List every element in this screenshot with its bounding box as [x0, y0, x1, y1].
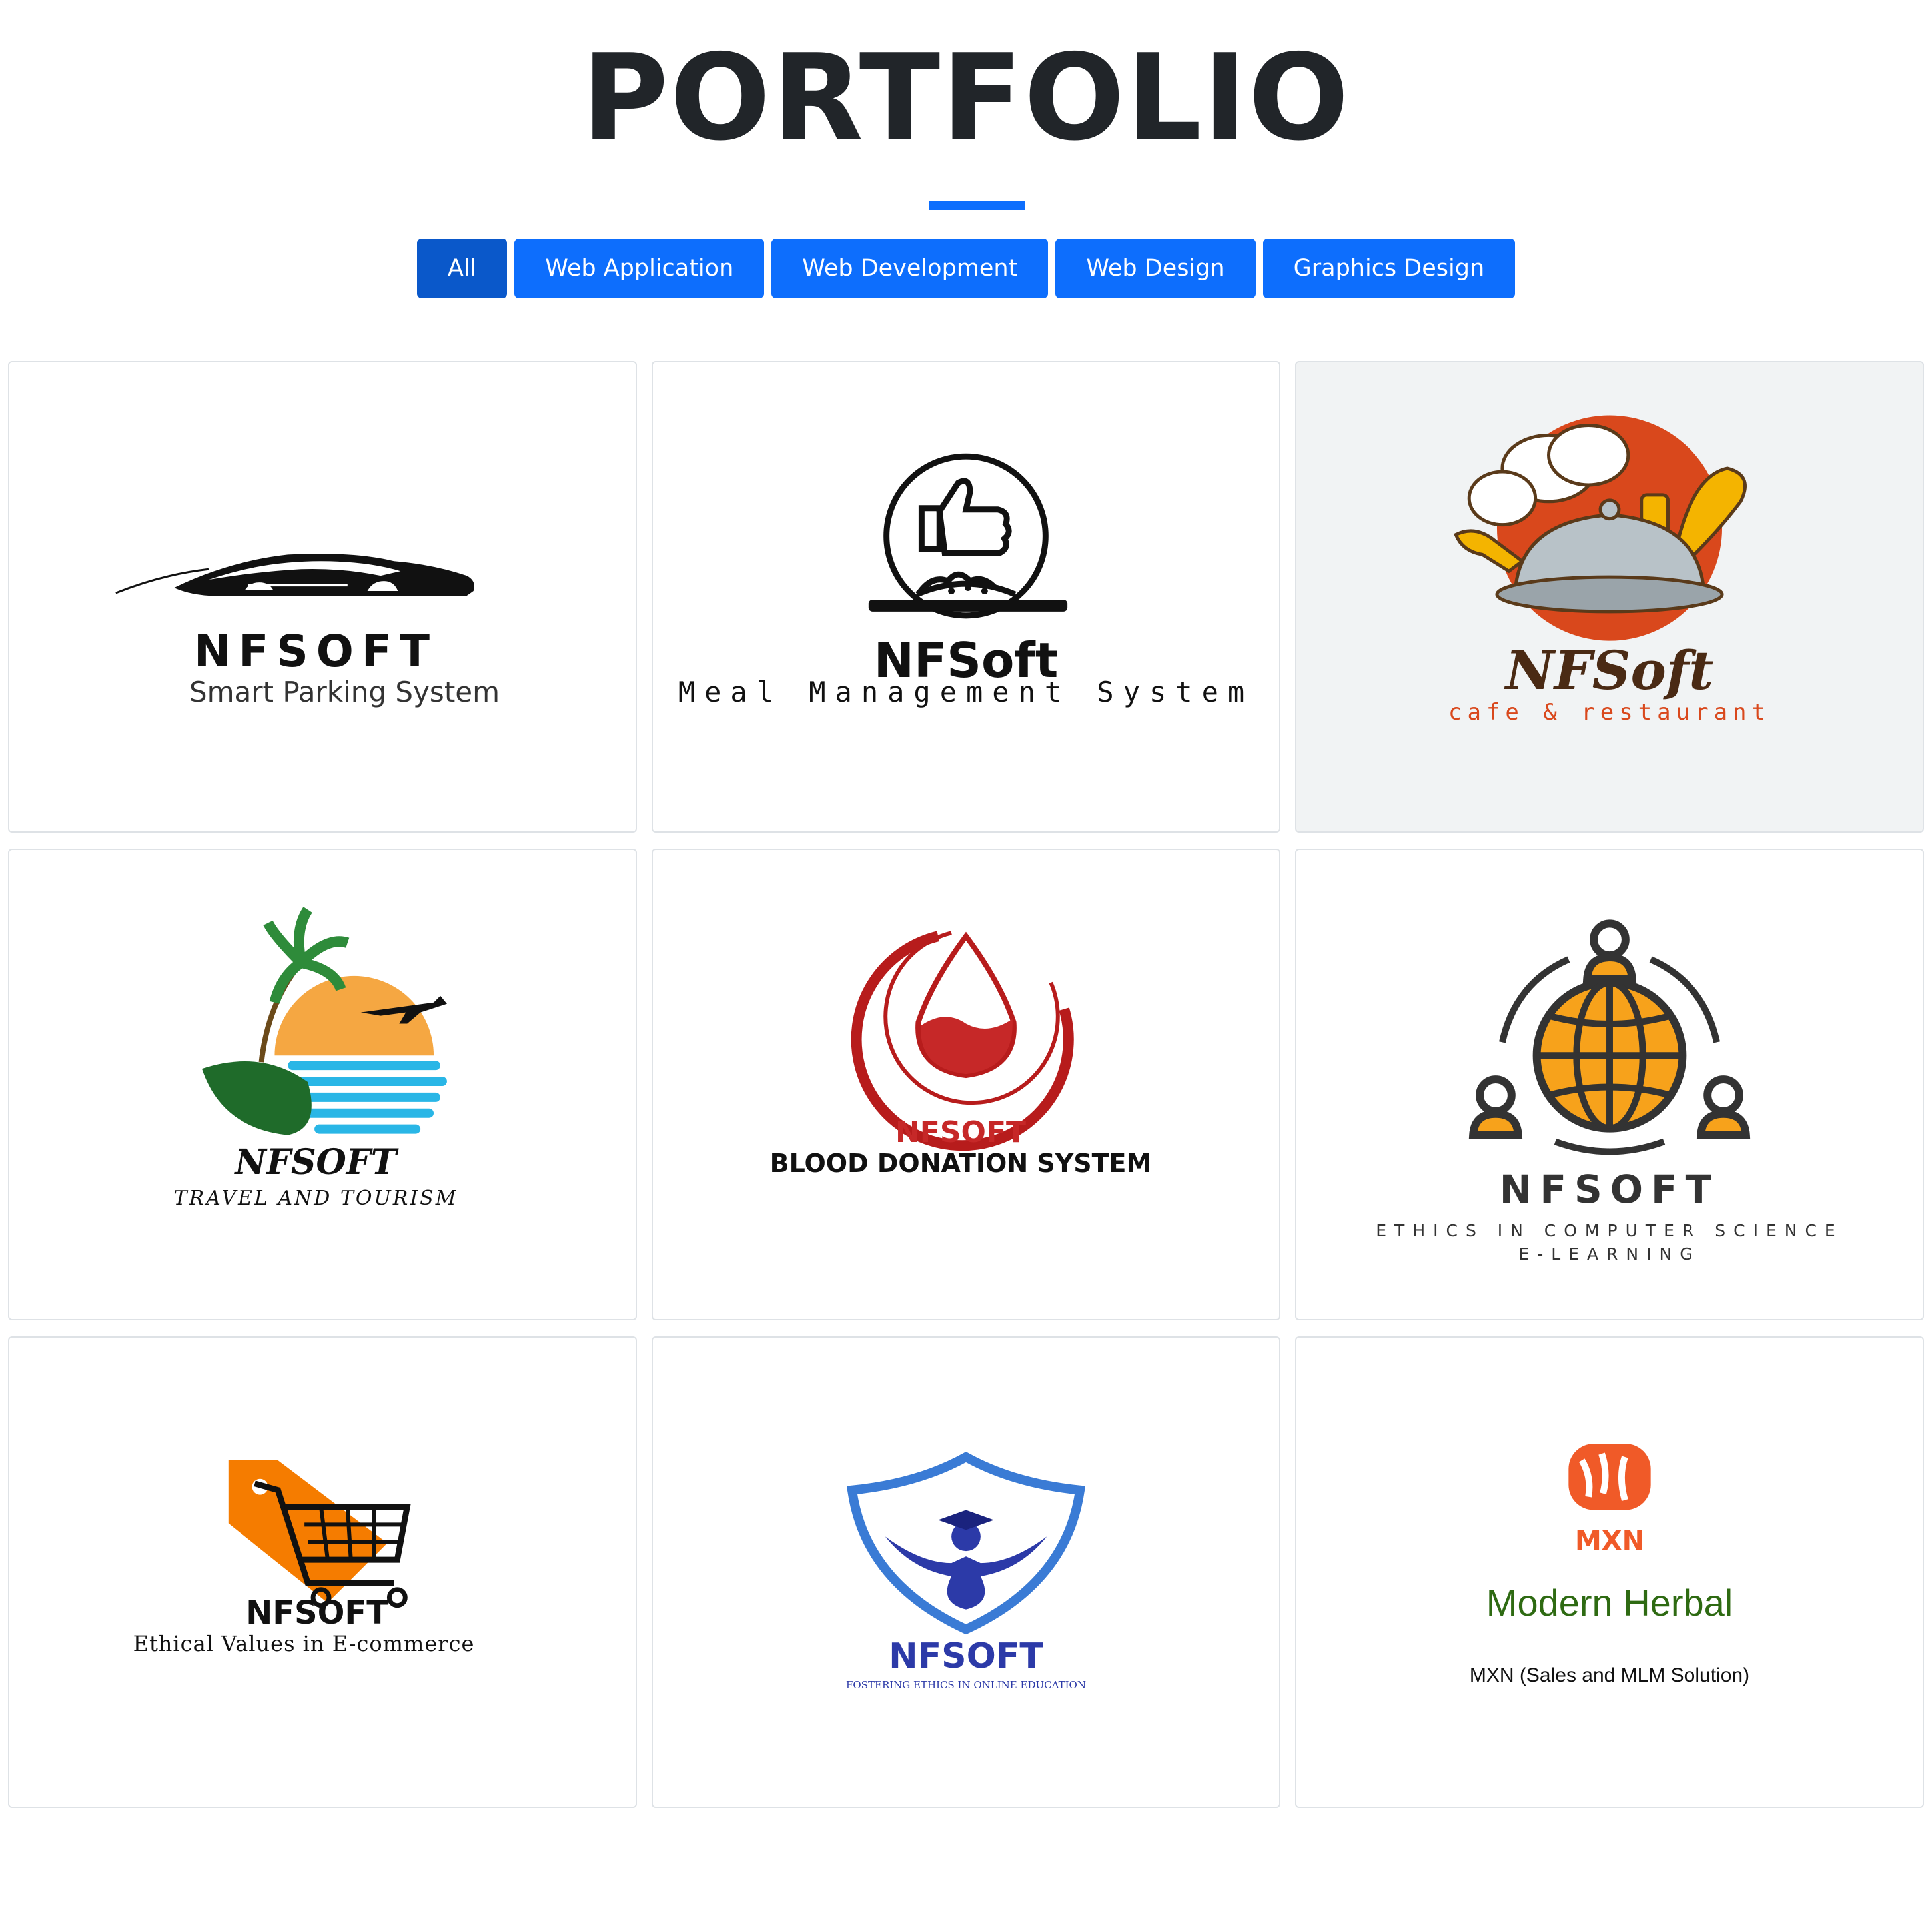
palm-beach-plane-icon: [202, 907, 447, 1135]
item-subtitle: BLOOD DONATION SYSTEM: [769, 1149, 1152, 1178]
shopping-cart-tag-icon: [228, 1460, 411, 1608]
item-brand: NFSOFT: [895, 1115, 1027, 1149]
portfolio-item-blood-donation[interactable]: NFSOFT BLOOD DONATION SYSTEM: [652, 849, 1280, 1320]
item-subtitle-2: MXN (Sales and MLM Solution): [1469, 1664, 1750, 1686]
portfolio-item-travel-tourism[interactable]: NFSOFT TRAVEL AND TOURISM: [8, 849, 637, 1320]
item-brand: NFSOFT: [246, 1594, 388, 1632]
item-brand: NFSOFT: [193, 626, 438, 677]
portfolio-item-meal-management[interactable]: NFSoft Meal Management System: [652, 361, 1280, 833]
item-subtitle-2: E-LEARNING: [1518, 1244, 1701, 1264]
filter-web-development-button[interactable]: Web Development: [771, 239, 1049, 298]
filter-web-application-button[interactable]: Web Application: [514, 239, 765, 298]
filter-web-design-button[interactable]: Web Design: [1055, 239, 1256, 298]
title-underline: [929, 201, 1025, 210]
page-title: PORTFOLIO: [581, 29, 1351, 167]
item-brand: NFSOFT: [235, 1142, 397, 1183]
item-subtitle: cafe & restaurant: [1448, 699, 1771, 725]
item-subtitle: Ethical Values in E-commerce: [133, 1631, 475, 1656]
portfolio-grid: NFSOFT Smart Parking System NFSoft Meal …: [8, 361, 1924, 1808]
item-subtitle: Smart Parking System: [189, 676, 500, 708]
portfolio-item-cafe-restaurant[interactable]: NFSoft cafe & restaurant: [1295, 361, 1924, 833]
portfolio-item-ethics-elearning[interactable]: NFSOFT ETHICS IN COMPUTER SCIENCE E-LEAR…: [1295, 849, 1924, 1320]
portfolio-item-smart-parking[interactable]: NFSOFT Smart Parking System: [8, 361, 637, 833]
portfolio-item-modern-herbal[interactable]: MXN Modern Herbal MXN (Sales and MLM Sol…: [1295, 1336, 1924, 1808]
item-brand: NFSOFT: [1499, 1167, 1720, 1212]
chef-hat-cloche-icon: [1454, 415, 1747, 641]
herbal-hands-icon: [1568, 1444, 1651, 1510]
portfolio-filters: All Web Application Web Development Web …: [0, 239, 1932, 298]
item-subtitle: TRAVEL AND TOURISM: [173, 1187, 458, 1210]
portfolio-item-online-education[interactable]: NFSOFT FOSTERING ETHICS IN ONLINE EDUCAT…: [652, 1336, 1280, 1808]
filter-graphics-design-button[interactable]: Graphics Design: [1262, 239, 1516, 298]
item-brand: MXN: [1574, 1526, 1645, 1556]
filter-all-button[interactable]: All: [416, 239, 508, 298]
shield-graduate-icon: [847, 1452, 1085, 1635]
car-icon: [115, 554, 474, 596]
item-subtitle: FOSTERING ETHICS IN ONLINE EDUCATION: [846, 1679, 1086, 1691]
portfolio-item-ecommerce[interactable]: NFSOFT Ethical Values in E-commerce: [8, 1336, 637, 1808]
item-subtitle: ETHICS IN COMPUTER SCIENCE: [1376, 1221, 1843, 1240]
blood-drop-icon: [851, 931, 1074, 1151]
thumbs-up-meal-icon: [868, 453, 1068, 619]
item-subtitle: Modern Herbal: [1486, 1582, 1733, 1624]
item-brand: NFSOFT: [889, 1636, 1043, 1676]
item-brand: NFSoft: [1505, 639, 1714, 702]
item-subtitle: Meal Management System: [678, 676, 1254, 708]
